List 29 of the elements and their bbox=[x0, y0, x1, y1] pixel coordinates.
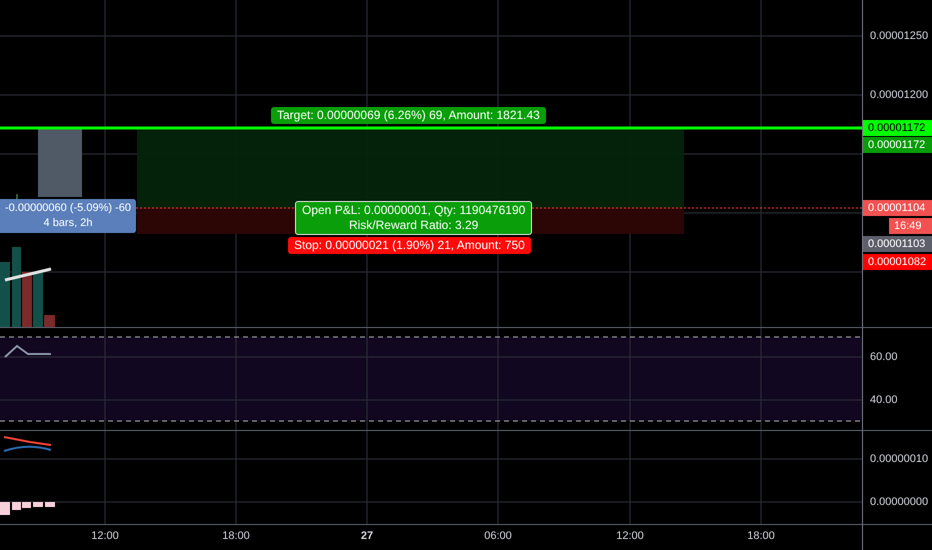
time-tick: 27 bbox=[360, 530, 374, 542]
macd-line bbox=[4, 446, 52, 452]
price-badge: 0.00001082 bbox=[863, 254, 932, 270]
profit-loss-label: Open P&L: 0.00000001, Qty: 1190476190 Risk/Reward Ratio: 3.29 bbox=[295, 201, 532, 235]
signal-line bbox=[4, 436, 52, 446]
time-tick: 18:00 bbox=[747, 530, 775, 542]
histogram-bars bbox=[0, 502, 55, 515]
rsi-line bbox=[4, 344, 51, 358]
macd-tick: 0.00000000 bbox=[870, 496, 928, 508]
price-tick: 0.00001250 bbox=[870, 30, 928, 42]
stop-label: Stop: 0.00000021 (1.90%) 21, Amount: 750 bbox=[288, 237, 531, 254]
macd-tick: 0.00000010 bbox=[870, 453, 928, 465]
price-badge: 0.00001103 bbox=[863, 236, 932, 252]
price-badge: 0.00001172 bbox=[863, 137, 932, 153]
time-tick: 06:00 bbox=[484, 530, 512, 542]
price-badge: 0.00001172 bbox=[863, 120, 932, 136]
target-label: Target: 0.00000069 (6.26%) 69, Amount: 1821.43 bbox=[271, 107, 546, 124]
price-tick: 0.00001200 bbox=[870, 89, 928, 101]
time-tick: 18:00 bbox=[222, 530, 250, 542]
range-highlight bbox=[38, 129, 82, 197]
average-line bbox=[4, 268, 52, 282]
time-tick: 12:00 bbox=[91, 530, 119, 542]
time-tick: 12:00 bbox=[616, 530, 644, 542]
measure-label: -0.00000060 (-5.09%) -60 4 bars, 2h bbox=[0, 199, 136, 233]
price-badge: 16:49 bbox=[889, 218, 932, 234]
rsi-tick: 60.00 bbox=[870, 351, 898, 363]
volume-bar bbox=[0, 262, 10, 327]
price-badge: 0.00001104 bbox=[863, 200, 932, 216]
rsi-tick: 40.00 bbox=[870, 394, 898, 406]
